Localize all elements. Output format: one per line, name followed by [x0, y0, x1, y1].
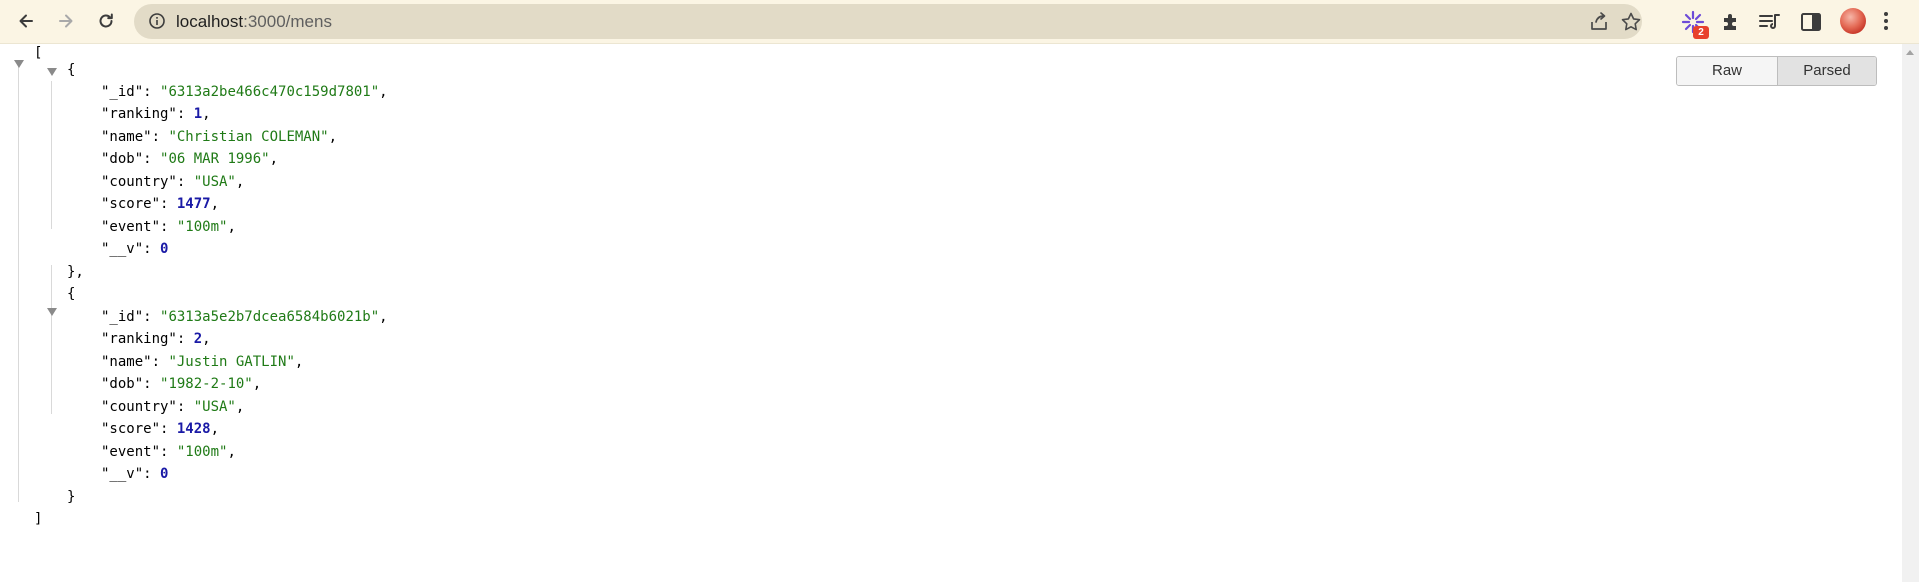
bookmark-star-icon[interactable] [1620, 11, 1642, 33]
share-icon[interactable] [1588, 11, 1610, 33]
json-number-value: 1428 [176, 421, 211, 437]
json-key: "_id" [101, 309, 144, 325]
json-key: "ranking" [101, 331, 177, 347]
json-string-value: "Justin GATLIN" [168, 354, 295, 370]
back-arrow-icon [19, 14, 33, 28]
browser-menu-icon[interactable] [1882, 10, 1890, 32]
tree-guide-item-1 [51, 81, 52, 229]
root-open-bracket: [ [34, 42, 42, 64]
open-bracket-text: [ [34, 45, 43, 61]
json-row: "__v": 0 [101, 241, 169, 257]
raw-button[interactable]: Raw [1677, 57, 1778, 85]
tree-guide-item-2 [51, 265, 52, 414]
view-mode-toggle: Raw Parsed [1676, 56, 1877, 86]
extension-badge: 2 [1693, 26, 1709, 39]
back-button[interactable] [10, 5, 42, 37]
url-path: :3000/mens [243, 12, 332, 31]
url-text[interactable]: localhost:3000/mens [176, 4, 332, 39]
collapse-root-toggle[interactable] [14, 60, 24, 68]
side-panel-icon[interactable] [1798, 9, 1824, 35]
json-string-value: "1982-2-10" [160, 376, 253, 392]
profile-avatar[interactable] [1840, 8, 1866, 34]
forward-button[interactable] [50, 5, 82, 37]
item-2-close: } [67, 489, 76, 505]
json-row: "name": "Christian COLEMAN", [101, 129, 338, 145]
json-string-value: "USA" [193, 174, 236, 190]
url-host: localhost [176, 12, 244, 31]
json-viewer: Raw Parsed [ { "_id": "6313a2be466c470c1… [0, 44, 1902, 582]
json-row: "country": "USA", [101, 399, 245, 415]
json-string-value: "100m" [176, 444, 228, 460]
root-close-bracket: ] [34, 508, 42, 530]
json-key: "name" [101, 129, 152, 145]
json-row: "name": "Justin GATLIN", [101, 354, 304, 370]
reload-icon [99, 13, 113, 28]
json-row: "__v": 0 [101, 466, 169, 482]
browser-toolbar: localhost:3000/mens 2 [0, 0, 1919, 44]
json-row: "score": 1428, [101, 421, 220, 437]
json-string-value: "USA" [193, 399, 236, 415]
item-1-open: { [67, 62, 76, 78]
json-key: "ranking" [101, 106, 177, 122]
json-key: "dob" [101, 376, 144, 392]
json-key: "name" [101, 354, 152, 370]
json-key: "dob" [101, 151, 144, 167]
json-row: "ranking": 2, [101, 331, 211, 347]
json-row: "_id": "6313a5e2b7dcea6584b6021b", [101, 309, 388, 325]
forward-arrow-icon [59, 14, 73, 28]
parsed-button[interactable]: Parsed [1778, 57, 1876, 85]
json-string-value: "Christian COLEMAN" [168, 129, 329, 145]
address-bar[interactable]: localhost:3000/mens [134, 4, 1642, 39]
json-key: "country" [101, 399, 177, 415]
tree-guide-root [18, 62, 19, 502]
vertical-scrollbar[interactable] [1902, 44, 1919, 582]
extensions-puzzle-icon[interactable] [1718, 9, 1744, 35]
scroll-up-arrow-icon[interactable] [1906, 50, 1914, 55]
json-number-value: 1477 [176, 196, 211, 212]
json-key: "__v" [101, 241, 144, 257]
json-row: "event": "100m", [101, 219, 236, 235]
collapse-item-1-toggle[interactable] [47, 68, 57, 76]
json-string-value: "06 MAR 1996" [160, 151, 270, 167]
json-number-value: 0 [160, 466, 169, 482]
json-key: "__v" [101, 466, 144, 482]
json-key: "score" [101, 196, 161, 212]
json-number-value: 2 [193, 331, 203, 347]
json-row: "dob": "06 MAR 1996", [101, 151, 279, 167]
item-1-close: }, [67, 264, 84, 280]
json-row: "event": "100m", [101, 444, 236, 460]
close-bracket-text: ] [34, 511, 43, 527]
json-row: "_id": "6313a2be466c470c159d7801", [101, 84, 388, 100]
json-key: "country" [101, 174, 177, 190]
json-number-value: 0 [160, 241, 169, 257]
json-string-value: "6313a2be466c470c159d7801" [160, 84, 380, 100]
json-key: "score" [101, 421, 161, 437]
json-key: "event" [101, 444, 161, 460]
json-row: "country": "USA", [101, 174, 245, 190]
json-row: "dob": "1982-2-10", [101, 376, 262, 392]
reading-list-icon[interactable] [1756, 9, 1782, 35]
json-key: "event" [101, 219, 161, 235]
json-string-value: "6313a5e2b7dcea6584b6021b" [160, 309, 380, 325]
json-number-value: 1 [193, 106, 203, 122]
json-row: "ranking": 1, [101, 106, 211, 122]
item-2-open: { [67, 286, 76, 302]
site-info-icon[interactable] [148, 12, 166, 30]
collapse-item-2-toggle[interactable] [47, 308, 57, 316]
json-row: "score": 1477, [101, 196, 220, 212]
json-key: "_id" [101, 84, 144, 100]
json-string-value: "100m" [176, 219, 228, 235]
reload-button[interactable] [90, 5, 122, 37]
